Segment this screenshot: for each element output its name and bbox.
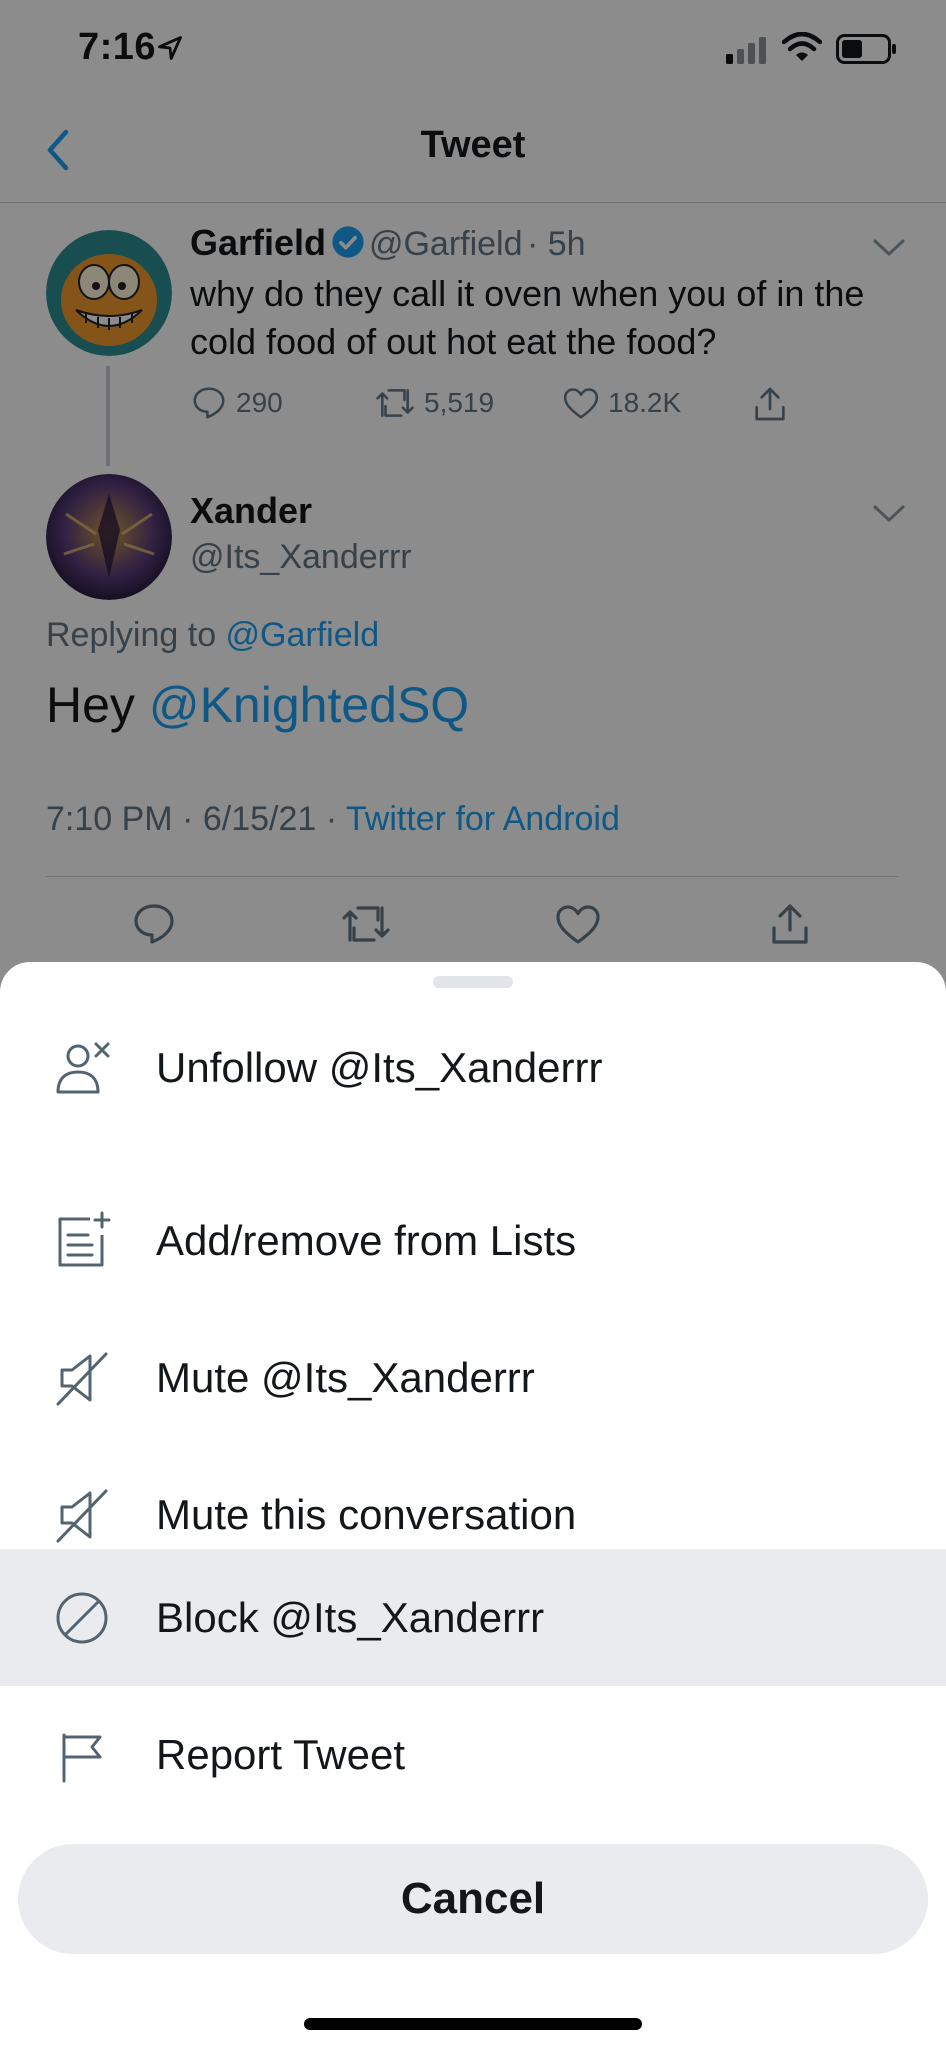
tweet-screen: 7:16 Tweet Garfield @Garfield · 5h why d… bbox=[0, 0, 946, 2048]
menu-label: Report Tweet bbox=[156, 1730, 406, 1778]
menu-item-report[interactable]: Report Tweet bbox=[0, 1686, 946, 1823]
block-icon bbox=[50, 1586, 114, 1650]
lists-add-icon bbox=[50, 1209, 114, 1273]
home-indicator bbox=[304, 2018, 642, 2030]
action-sheet: Unfollow @Its_Xanderrr Add/remove from L… bbox=[0, 962, 946, 2048]
mute-icon bbox=[50, 1483, 114, 1547]
menu-label: Add/remove from Lists bbox=[156, 1216, 577, 1264]
cancel-button[interactable]: Cancel bbox=[18, 1844, 928, 1954]
menu-item-block[interactable]: Block @Its_Xanderrr bbox=[0, 1549, 946, 1686]
menu-label: Block @Its_Xanderrr bbox=[156, 1593, 545, 1641]
unfollow-icon bbox=[50, 1036, 114, 1100]
menu-label: Unfollow @Its_Xanderrr bbox=[156, 1044, 603, 1091]
flag-icon bbox=[50, 1723, 114, 1787]
mute-icon bbox=[50, 1346, 114, 1410]
menu-label: Mute this conversation bbox=[156, 1490, 577, 1538]
menu-item-mute-user[interactable]: Mute @Its_Xanderrr bbox=[0, 1309, 946, 1446]
menu-item-unfollow[interactable]: Unfollow @Its_Xanderrr bbox=[0, 962, 946, 1174]
menu-label: Mute @Its_Xanderrr bbox=[156, 1353, 535, 1401]
menu-item-lists[interactable]: Add/remove from Lists bbox=[0, 1172, 946, 1309]
